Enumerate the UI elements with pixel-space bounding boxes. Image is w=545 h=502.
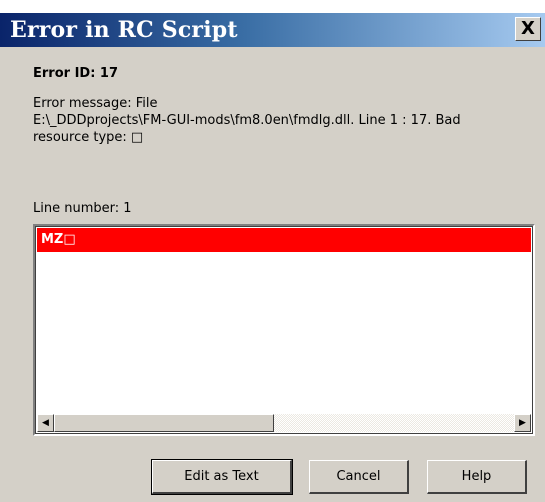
title-top-strip: [0, 0, 545, 13]
arrow-right-icon: ▶: [519, 418, 526, 428]
close-button[interactable]: X: [515, 17, 541, 41]
arrow-left-icon: ◀: [42, 418, 49, 428]
error-id-label: Error ID: 17: [33, 66, 119, 81]
error-message-line-1: Error message: File: [33, 96, 158, 111]
title-bar[interactable]: Error in RC Script: [0, 13, 545, 47]
edit-as-text-button[interactable]: Edit as Text: [151, 459, 293, 495]
scroll-right-button[interactable]: ▶: [514, 414, 531, 432]
source-listbox[interactable]: MZ□ ◀ ▶: [33, 224, 535, 436]
error-message-line-2: E:\_DDDprojects\FM-GUI-mods\fm8.0en\fmdl…: [33, 113, 461, 128]
help-button[interactable]: Help: [427, 460, 527, 494]
list-item-selected[interactable]: MZ□: [37, 228, 531, 252]
error-message: Error message: File E:\_DDDprojects\FM-G…: [33, 95, 533, 146]
close-icon: X: [521, 18, 535, 39]
horizontal-scrollbar[interactable]: ◀ ▶: [37, 414, 531, 432]
cancel-button[interactable]: Cancel: [309, 460, 409, 494]
error-dialog: Error in RC Script X Error ID: 17 Error …: [0, 0, 545, 502]
scrollbar-thumb[interactable]: [54, 414, 274, 432]
line-number-label: Line number: 1: [33, 201, 132, 216]
error-message-line-3: resource type: □: [33, 130, 144, 145]
window-title: Error in RC Script: [10, 17, 238, 43]
scroll-left-button[interactable]: ◀: [37, 414, 54, 432]
